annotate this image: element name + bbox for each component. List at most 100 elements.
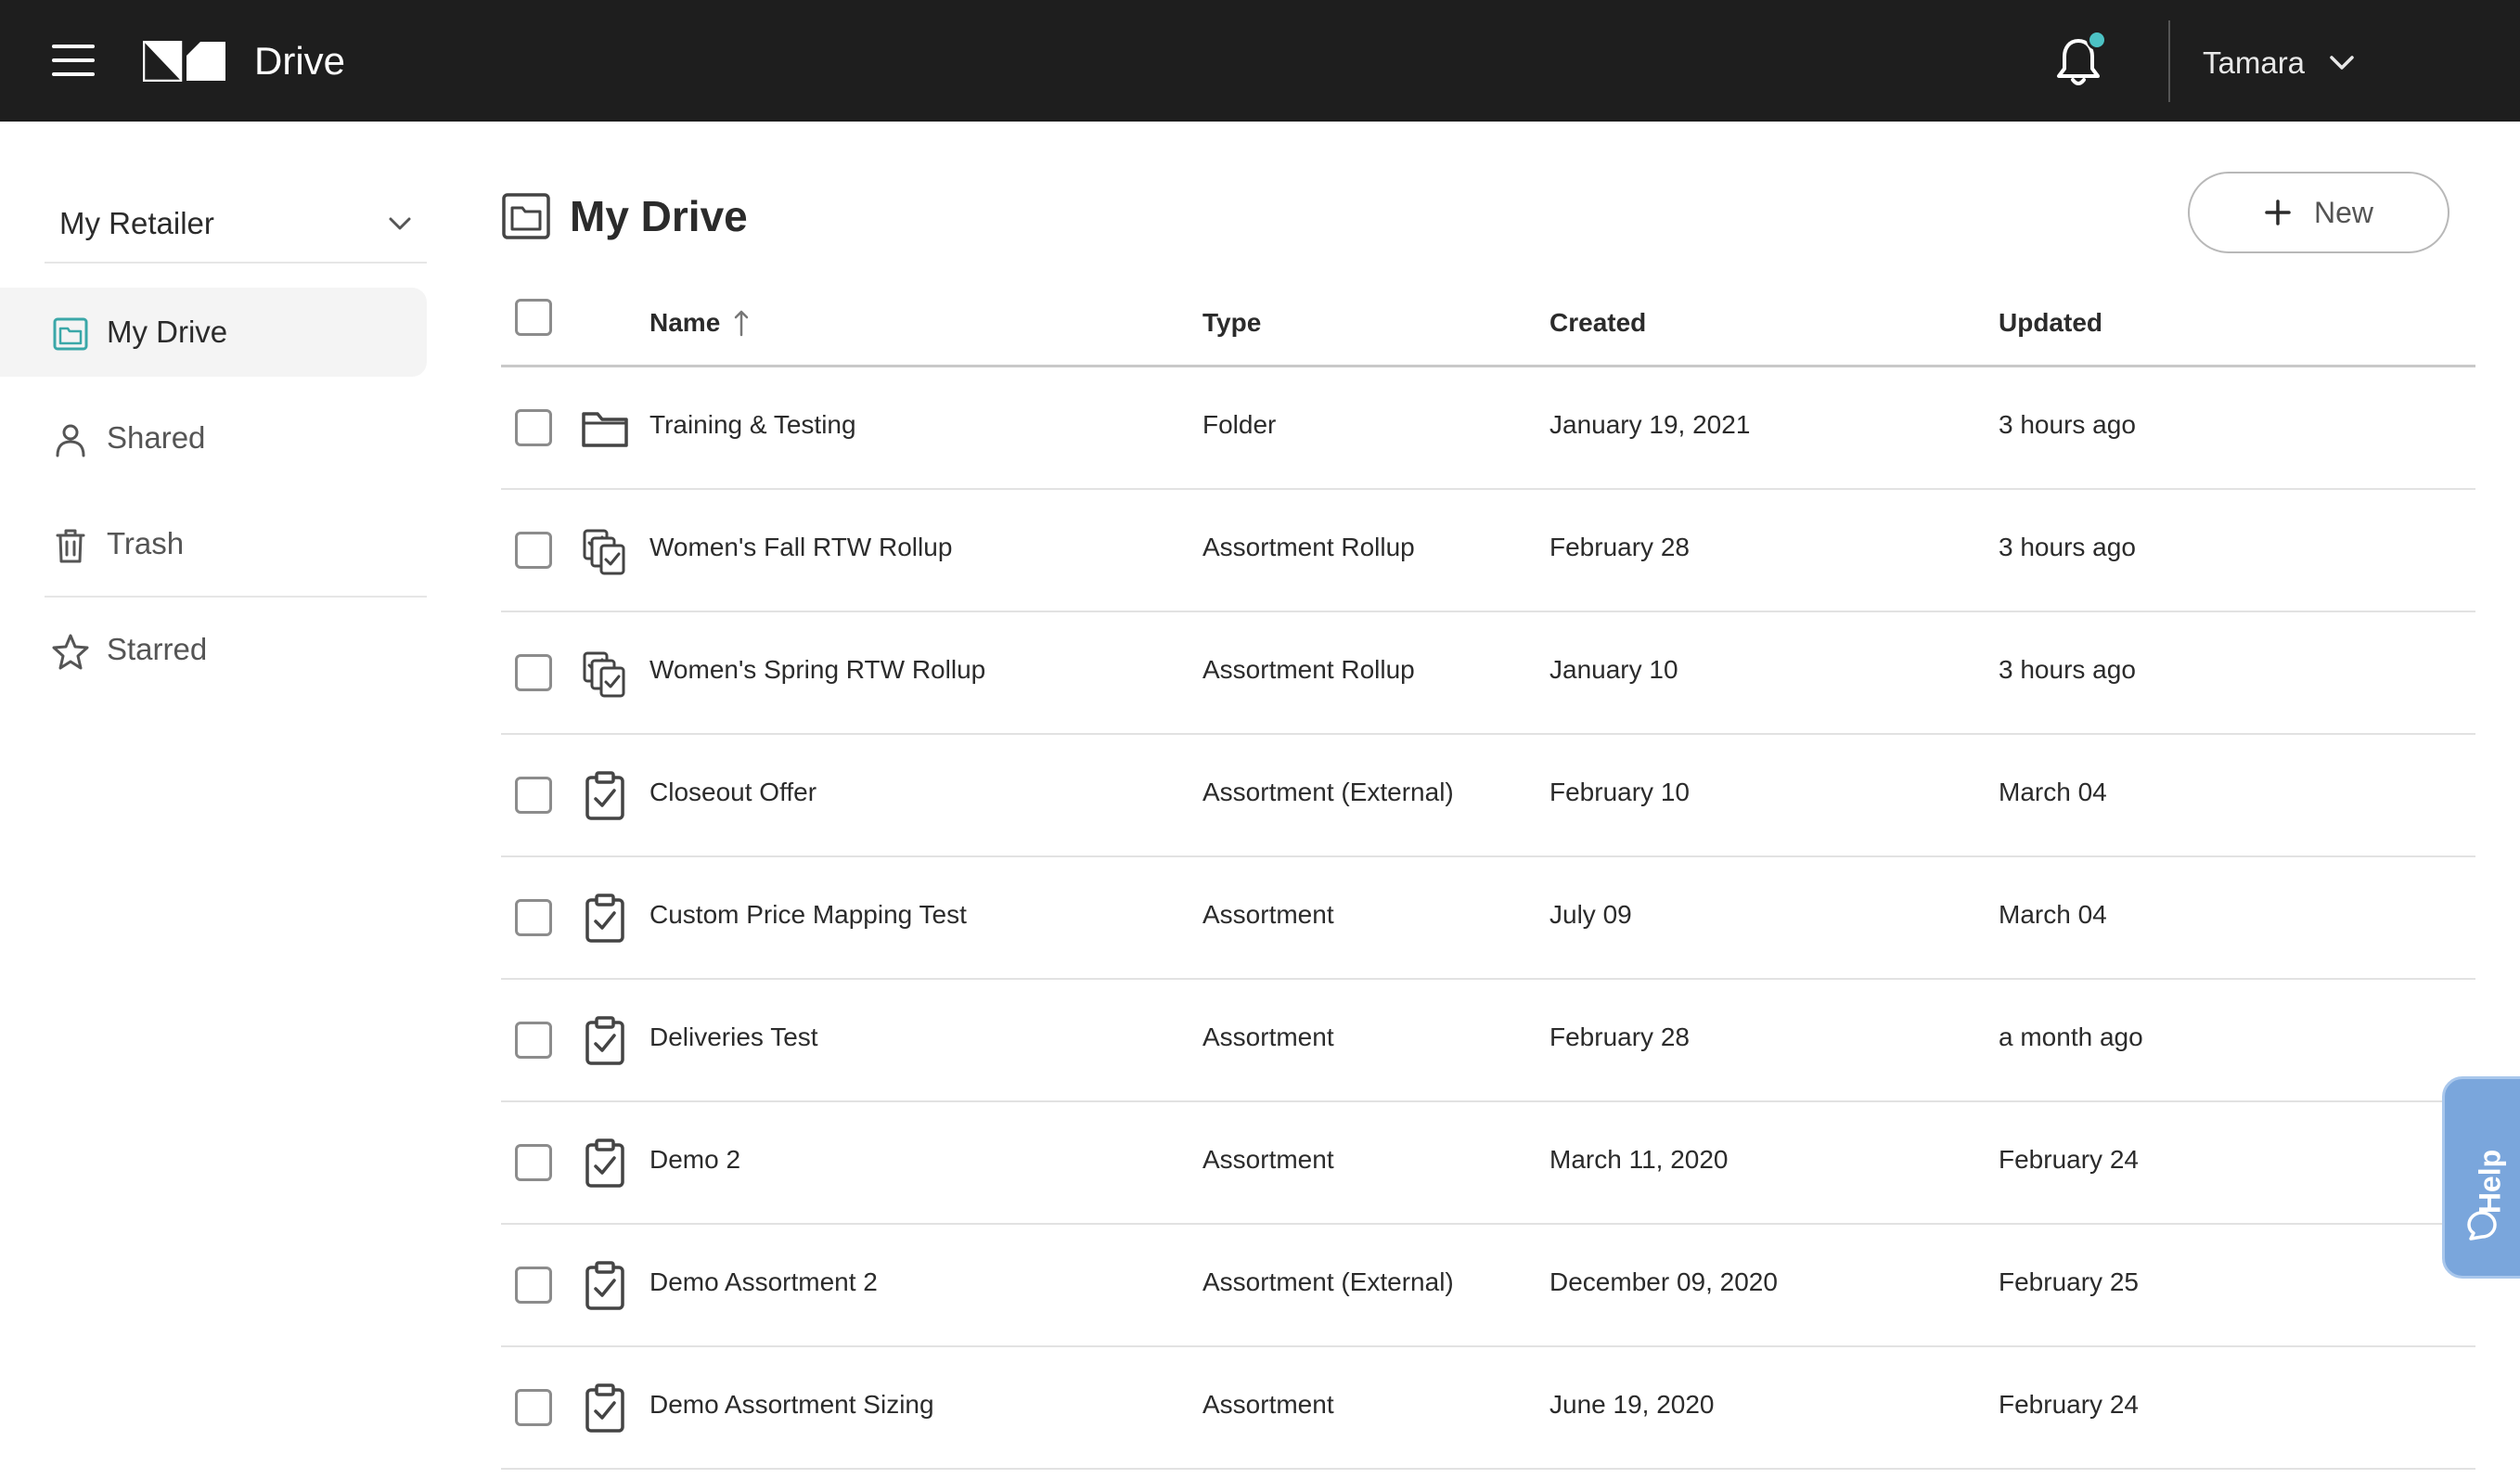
row-type: Assortment (External) bbox=[1202, 778, 1454, 806]
row-checkbox[interactable] bbox=[515, 1267, 552, 1304]
column-header-name[interactable]: Name bbox=[649, 308, 750, 338]
table-row[interactable]: Closeout Offer Assortment (External) Febru… bbox=[501, 735, 2475, 857]
row-name[interactable]: Women's Fall RTW Rollup bbox=[649, 533, 952, 562]
plus-icon bbox=[2265, 199, 2291, 225]
row-updated: March 04 bbox=[1999, 900, 2107, 929]
row-created: February 28 bbox=[1549, 533, 1690, 561]
row-name[interactable]: Demo 2 bbox=[649, 1145, 740, 1175]
retailer-select[interactable]: My Retailer bbox=[45, 186, 427, 264]
top-bar: Drive Tamara bbox=[0, 0, 2520, 122]
star-icon bbox=[52, 634, 89, 670]
sidebar-item-trash[interactable]: Trash bbox=[0, 499, 427, 588]
rollup-icon bbox=[583, 529, 625, 575]
row-type: Assortment bbox=[1202, 1390, 1334, 1419]
sort-ascending-icon bbox=[735, 310, 749, 337]
row-name[interactable]: Deliveries Test bbox=[649, 1022, 818, 1052]
chevron-down-icon bbox=[2330, 56, 2354, 70]
user-name: Tamara bbox=[2203, 45, 2306, 80]
select-all-checkbox[interactable] bbox=[515, 299, 552, 336]
sidebar-item-label: Starred bbox=[107, 632, 208, 666]
chat-bubble-icon bbox=[2467, 1211, 2497, 1241]
clipboard-check-icon bbox=[585, 894, 624, 943]
row-updated: March 04 bbox=[1999, 778, 2107, 806]
help-tab[interactable]: Help bbox=[2442, 1076, 2520, 1279]
sidebar-item-shared[interactable]: Shared bbox=[0, 393, 427, 482]
rollup-icon bbox=[583, 651, 625, 698]
clipboard-check-icon bbox=[585, 1138, 624, 1188]
new-button[interactable]: New bbox=[2188, 172, 2449, 253]
table-row[interactable]: Women's Fall RTW Rollup Assortment Rollup… bbox=[501, 490, 2475, 612]
row-name[interactable]: Custom Price Mapping Test bbox=[649, 900, 967, 930]
row-checkbox[interactable] bbox=[515, 1022, 552, 1059]
folder-icon bbox=[582, 412, 628, 447]
row-updated: 3 hours ago bbox=[1999, 533, 2136, 561]
row-type: Assortment (External) bbox=[1202, 1267, 1454, 1296]
table-row[interactable]: Deliveries Test Assortment February 28 a mo… bbox=[501, 980, 2475, 1102]
row-name[interactable]: Women's Spring RTW Rollup bbox=[649, 655, 985, 685]
table-row[interactable]: Women's Spring RTW Rollup Assortment Roll… bbox=[501, 612, 2475, 735]
trash-icon bbox=[56, 529, 85, 563]
table-row[interactable]: Training & Testing Folder January 19, 2021… bbox=[501, 367, 2475, 490]
clipboard-check-icon bbox=[585, 1016, 624, 1065]
row-checkbox[interactable] bbox=[515, 899, 552, 936]
column-header-updated[interactable]: Updated bbox=[1999, 308, 2102, 338]
clipboard-check-icon bbox=[585, 1383, 624, 1433]
page-header: My Drive bbox=[501, 186, 748, 247]
files-table: Name Type Created Updated Training & Tes… bbox=[501, 278, 2475, 1470]
sidebar-item-label: My Drive bbox=[107, 315, 228, 349]
row-type: Assortment Rollup bbox=[1202, 655, 1415, 684]
row-name[interactable]: Demo Assortment 2 bbox=[649, 1267, 878, 1297]
row-created: February 28 bbox=[1549, 1022, 1690, 1051]
table-row[interactable]: Demo 2 Assortment March 11, 2020 February 2… bbox=[501, 1102, 2475, 1225]
sidebar-item-my-drive[interactable]: My Drive bbox=[0, 288, 427, 377]
chevron-down-icon bbox=[389, 217, 411, 230]
row-updated: 3 hours ago bbox=[1999, 410, 2136, 439]
row-type: Assortment bbox=[1202, 1145, 1334, 1174]
user-menu[interactable]: Tamara bbox=[2203, 41, 2355, 85]
table-row[interactable]: Demo Assortment Sizing Assortment June 19,… bbox=[501, 1347, 2475, 1470]
sidebar-item-label: Trash bbox=[107, 526, 185, 560]
row-checkbox[interactable] bbox=[515, 532, 552, 569]
row-type: Folder bbox=[1202, 410, 1277, 439]
row-checkbox[interactable] bbox=[515, 654, 552, 691]
sidebar-divider bbox=[45, 596, 427, 598]
hamburger-menu-icon[interactable] bbox=[52, 45, 95, 76]
row-updated: February 24 bbox=[1999, 1390, 2139, 1419]
row-checkbox[interactable] bbox=[515, 409, 552, 446]
table-row[interactable]: Demo Assortment 2 Assortment (External) De… bbox=[501, 1225, 2475, 1347]
row-name[interactable]: Closeout Offer bbox=[649, 778, 816, 807]
row-checkbox[interactable] bbox=[515, 1144, 552, 1181]
row-created: June 19, 2020 bbox=[1549, 1390, 1715, 1419]
column-header-created[interactable]: Created bbox=[1549, 308, 1646, 338]
row-checkbox[interactable] bbox=[515, 777, 552, 814]
table-row[interactable]: Custom Price Mapping Test Assortment July … bbox=[501, 857, 2475, 980]
row-type: Assortment bbox=[1202, 1022, 1334, 1051]
help-label: Help bbox=[2473, 1149, 2507, 1215]
row-created: January 10 bbox=[1549, 655, 1678, 684]
row-name[interactable]: Training & Testing bbox=[649, 410, 856, 440]
sidebar-item-label: Shared bbox=[107, 420, 206, 455]
column-header-type[interactable]: Type bbox=[1202, 308, 1261, 338]
sidebar-item-starred[interactable]: Starred bbox=[0, 605, 427, 694]
row-updated: February 25 bbox=[1999, 1267, 2139, 1296]
notification-badge bbox=[2087, 30, 2107, 50]
row-name[interactable]: Demo Assortment Sizing bbox=[649, 1390, 934, 1420]
row-type: Assortment Rollup bbox=[1202, 533, 1415, 561]
folder-teal-icon bbox=[53, 317, 88, 351]
app-title: Drive bbox=[254, 39, 346, 83]
row-created: December 09, 2020 bbox=[1549, 1267, 1778, 1296]
row-updated: February 24 bbox=[1999, 1145, 2139, 1174]
table-body: Training & Testing Folder January 19, 2021… bbox=[501, 367, 2475, 1470]
row-type: Assortment bbox=[1202, 900, 1334, 929]
row-created: February 10 bbox=[1549, 778, 1690, 806]
row-created: January 19, 2021 bbox=[1549, 410, 1751, 439]
new-button-label: New bbox=[2313, 195, 2373, 229]
topbar-divider bbox=[2168, 20, 2170, 102]
row-created: July 09 bbox=[1549, 900, 1632, 929]
page-title: My Drive bbox=[570, 192, 748, 240]
folder-icon bbox=[502, 193, 550, 239]
row-updated: a month ago bbox=[1999, 1022, 2143, 1051]
table-header: Name Type Created Updated bbox=[501, 278, 2475, 367]
retailer-label: My Retailer bbox=[59, 206, 214, 240]
row-checkbox[interactable] bbox=[515, 1389, 552, 1426]
